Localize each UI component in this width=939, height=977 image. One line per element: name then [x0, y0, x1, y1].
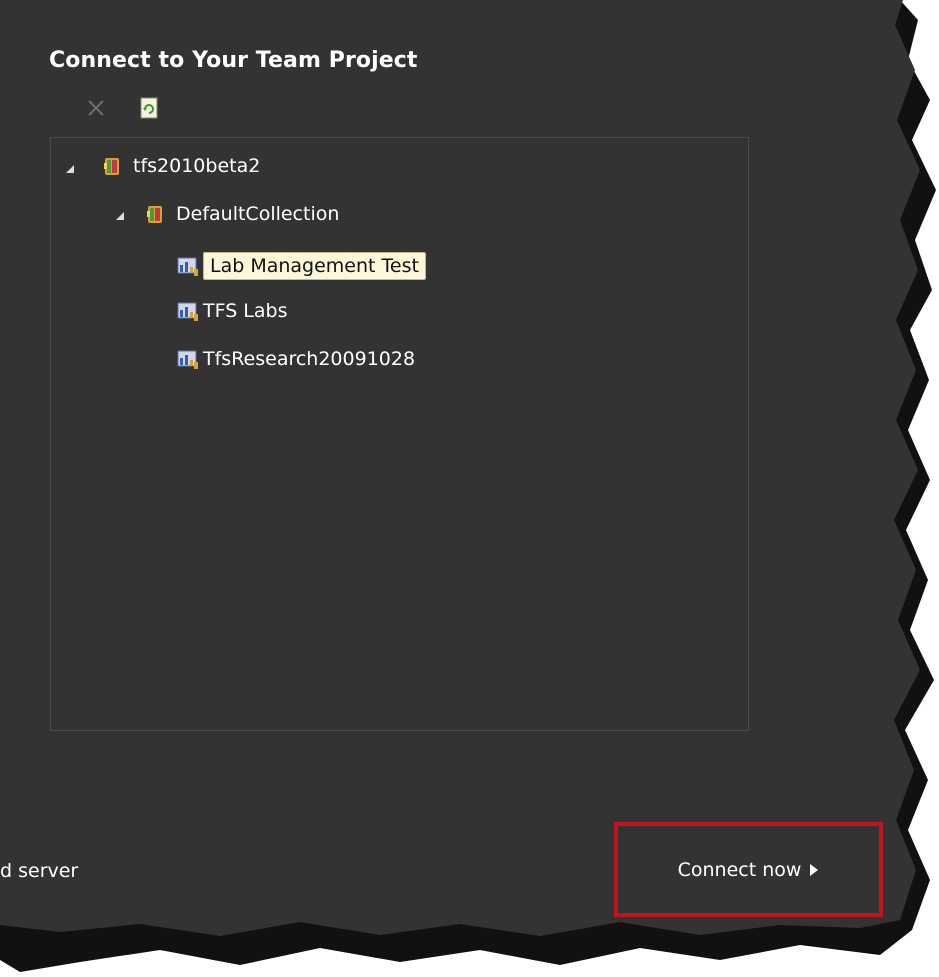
refresh-icon — [140, 97, 158, 119]
team-project-icon — [177, 350, 198, 369]
team-project-tree[interactable]: tfs2010beta2 DefaultCollection Lab Manag… — [50, 137, 749, 731]
collapse-collection-icon[interactable] — [115, 211, 125, 221]
close-icon — [88, 100, 104, 116]
collapse-server-icon[interactable] — [65, 164, 75, 174]
team-project-collection-icon — [147, 206, 162, 223]
connect-now-button[interactable]: Connect now — [614, 822, 883, 917]
dialog-title: Connect to Your Team Project — [49, 48, 418, 73]
refresh-button[interactable] — [135, 94, 163, 122]
tree-node-project[interactable]: Lab Management Test — [177, 248, 426, 284]
tree-node-project[interactable]: TFS Labs — [177, 295, 288, 327]
delete-button[interactable] — [82, 94, 110, 122]
team-foundation-server-icon — [104, 158, 119, 175]
team-project-icon — [177, 302, 198, 321]
add-server-link[interactable]: d server — [0, 860, 78, 882]
team-project-icon — [177, 257, 198, 276]
play-arrow-icon — [810, 863, 819, 876]
tree-node-server[interactable]: tfs2010beta2 — [101, 150, 260, 182]
tree-node-project[interactable]: TfsResearch20091028 — [177, 343, 415, 375]
tree-node-collection[interactable]: DefaultCollection — [144, 198, 339, 230]
